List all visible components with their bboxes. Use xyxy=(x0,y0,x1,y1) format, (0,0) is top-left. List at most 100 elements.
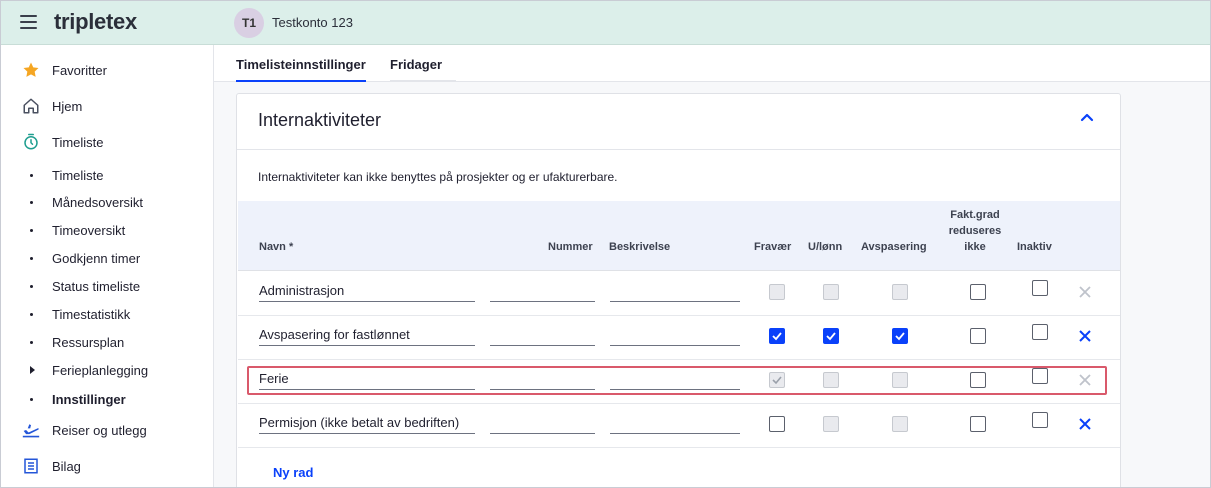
sidebar-item-label: Ferieplanlegging xyxy=(52,362,149,378)
nummer-input[interactable] xyxy=(490,280,595,302)
sidebar-item-timeoversikt[interactable]: Timeoversikt xyxy=(1,216,214,244)
header-line: ikke xyxy=(964,241,986,253)
navn-input[interactable]: Ferie xyxy=(259,368,475,390)
column-header-inaktiv[interactable]: Inaktiv xyxy=(1017,239,1052,255)
sidebar-item-favoritter[interactable]: Favoritter xyxy=(1,56,214,84)
navn-input[interactable]: Administrasjon xyxy=(259,280,475,302)
tab-fridager[interactable]: Fridager xyxy=(390,57,457,83)
card-title: Internaktiviteter xyxy=(258,110,382,130)
sidebar-item-label: Status timeliste xyxy=(52,278,141,294)
checkmark-icon xyxy=(772,332,782,341)
home-icon xyxy=(21,96,41,116)
avspasering-checkbox[interactable] xyxy=(892,328,908,344)
table-header: Navn * Nummer Beskrivelse Fravær U/lønn … xyxy=(238,201,1120,271)
expand-triangle-icon xyxy=(30,366,35,374)
sidebar-item-label: Reiser og utlegg xyxy=(52,422,147,438)
navn-input[interactable]: Avspasering for fastlønnet xyxy=(259,324,475,346)
column-header-navn[interactable]: Navn * xyxy=(259,239,293,255)
sidebar-item-label: Timeliste xyxy=(52,134,104,150)
sidebar-item-bilag[interactable]: Bilag xyxy=(1,452,214,480)
nummer-input[interactable] xyxy=(490,324,595,346)
sidebar-item-ferieplanlegging[interactable]: Ferieplanlegging xyxy=(1,356,214,384)
inaktiv-checkbox[interactable] xyxy=(1032,324,1048,340)
sidebar-item-godkjenn-timer[interactable]: Godkjenn timer xyxy=(1,244,214,272)
column-header-nummer[interactable]: Nummer xyxy=(548,239,593,255)
inaktiv-checkbox[interactable] xyxy=(1032,280,1048,296)
fakt-grad-checkbox[interactable] xyxy=(970,284,986,300)
divider xyxy=(237,149,1120,150)
header-line: reduseres xyxy=(948,225,1002,237)
delete-row-icon[interactable] xyxy=(1078,329,1092,343)
chevron-up-icon[interactable] xyxy=(1079,110,1095,126)
sidebar-item-timeliste[interactable]: Timeliste xyxy=(1,161,214,189)
sidebar-item-label: Månedsoversikt xyxy=(52,194,144,210)
checkmark-icon xyxy=(826,332,836,341)
tab-bar: Timelisteinnstillinger Fridager xyxy=(214,45,1210,83)
top-bar: tripletex T1 Testkonto 123 xyxy=(1,1,1210,45)
sidebar-item-innstillinger[interactable]: Innstillinger xyxy=(1,385,214,413)
fravaer-checkbox[interactable] xyxy=(769,416,785,432)
bullet-icon xyxy=(30,228,33,232)
table-row: Avspasering for fastlønnet xyxy=(238,316,1120,360)
ulonn-checkbox xyxy=(823,372,839,388)
sidebar-item-label: Bilag xyxy=(52,458,81,474)
beskrivelse-input[interactable] xyxy=(610,412,740,434)
avspasering-checkbox xyxy=(892,416,908,432)
sidebar-item-label: Timeoversikt xyxy=(52,222,126,238)
bullet-icon xyxy=(30,200,33,204)
checkmark-icon xyxy=(772,376,782,385)
tab-timelisteinnstillinger[interactable]: Timelisteinnstillinger xyxy=(236,57,366,83)
receipt-icon xyxy=(21,456,41,476)
nummer-input[interactable] xyxy=(490,368,595,390)
sidebar-item-label: Hjem xyxy=(52,98,83,114)
column-header-avspasering[interactable]: Avspasering xyxy=(861,239,927,255)
beskrivelse-input[interactable] xyxy=(610,280,740,302)
airplane-icon xyxy=(21,420,41,440)
sidebar-item-status-timeliste[interactable]: Status timeliste xyxy=(1,272,214,300)
sidebar-item-ressursplan[interactable]: Ressursplan xyxy=(1,328,214,356)
nummer-input[interactable] xyxy=(490,412,595,434)
fravaer-checkbox[interactable] xyxy=(769,328,785,344)
delete-row-icon[interactable] xyxy=(1078,417,1092,431)
stopwatch-icon xyxy=(21,132,41,152)
sidebar-item-hjem[interactable]: Hjem xyxy=(1,92,214,120)
fakt-grad-checkbox[interactable] xyxy=(970,372,986,388)
sidebar-item-reiser-og-utlegg[interactable]: Reiser og utlegg xyxy=(1,416,214,444)
delete-row-icon xyxy=(1078,373,1092,387)
bullet-icon xyxy=(30,173,33,177)
fakt-grad-checkbox[interactable] xyxy=(970,328,986,344)
delete-row-icon xyxy=(1078,285,1092,299)
column-header-beskrivelse[interactable]: Beskrivelse xyxy=(609,239,670,255)
column-header-fravaer[interactable]: Fravær xyxy=(754,239,791,255)
bullet-icon xyxy=(30,312,33,316)
beskrivelse-input[interactable] xyxy=(610,368,740,390)
inaktiv-checkbox[interactable] xyxy=(1032,412,1048,428)
beskrivelse-input[interactable] xyxy=(610,324,740,346)
sidebar-item-manedsoversikt[interactable]: Månedsoversikt xyxy=(1,188,214,216)
sidebar-item-timeliste-group[interactable]: Timeliste xyxy=(1,128,214,156)
bullet-icon xyxy=(30,397,33,401)
ulonn-checkbox[interactable] xyxy=(823,328,839,344)
fravaer-checkbox xyxy=(769,284,785,300)
ulonn-checkbox xyxy=(823,284,839,300)
avatar[interactable]: T1 xyxy=(234,8,264,38)
navn-input[interactable]: Permisjon (ikke betalt av bedriften) xyxy=(259,412,475,434)
logo[interactable]: tripletex xyxy=(54,9,137,35)
account-name[interactable]: Testkonto 123 xyxy=(272,15,353,30)
fravaer-checkbox xyxy=(769,372,785,388)
app-window: tripletex T1 Testkonto 123 Favoritter Hj… xyxy=(0,0,1211,488)
table-row: Administrasjon xyxy=(238,272,1120,316)
sidebar-item-label: Timestatistikk xyxy=(52,306,131,322)
hamburger-menu-icon[interactable] xyxy=(20,15,37,29)
avspasering-checkbox xyxy=(892,372,908,388)
column-header-fakt-grad[interactable]: Fakt.grad reduseres ikke xyxy=(940,207,1010,255)
sidebar-item-timestatistikk[interactable]: Timestatistikk xyxy=(1,300,214,328)
sidebar: Favoritter Hjem Timeliste Timeliste Måne… xyxy=(1,45,214,487)
sidebar-item-label: Timeliste xyxy=(52,167,104,183)
new-row-button[interactable]: Ny rad xyxy=(273,465,313,480)
inaktiv-checkbox[interactable] xyxy=(1032,368,1048,384)
column-header-ulonn[interactable]: U/lønn xyxy=(808,239,842,255)
fakt-grad-checkbox[interactable] xyxy=(970,416,986,432)
bullet-icon xyxy=(30,284,33,288)
sidebar-item-label: Innstillinger xyxy=(52,391,126,407)
